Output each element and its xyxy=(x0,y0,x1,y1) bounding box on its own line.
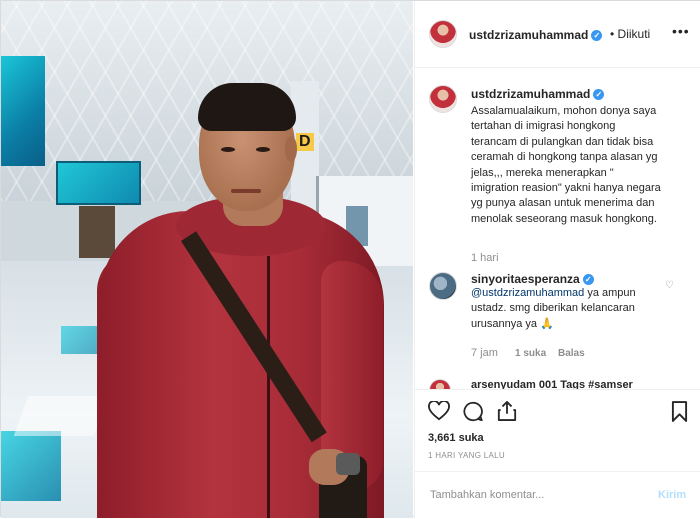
reply-button[interactable]: Balas xyxy=(558,348,585,359)
floor-reflection xyxy=(13,396,109,436)
caption-text: Assalamualaikum, mohon donya saya tertah… xyxy=(471,105,661,225)
username-text[interactable]: ustdzrizamuhammad xyxy=(471,87,590,101)
wristwatch xyxy=(336,453,360,475)
action-bar: 3,661 suka 1 HARI YANG LALU xyxy=(415,389,700,468)
avatar[interactable] xyxy=(429,272,457,300)
comment-time[interactable]: 7 jam xyxy=(471,347,498,359)
post-header: ustdzrizamuhammad ✓ • Diikuti ••• xyxy=(415,1,700,68)
more-options-icon[interactable]: ••• xyxy=(672,23,690,39)
post-side-panel: ustdzrizamuhammad ✓ • Diikuti ••• ustdzri… xyxy=(414,1,700,518)
display-screen xyxy=(1,56,45,166)
doorway xyxy=(79,206,115,258)
eye xyxy=(256,147,270,152)
comment-like-icon[interactable]: ♡ xyxy=(665,280,674,291)
add-comment-input[interactable] xyxy=(428,488,632,502)
comment-username[interactable]: sinyoritaesperanza ✓ xyxy=(471,272,594,286)
mouth xyxy=(231,189,261,193)
post-time[interactable]: 1 HARI YANG LALU xyxy=(428,451,505,460)
comment-likes[interactable]: 1 suka xyxy=(515,348,546,359)
caption-time[interactable]: 1 hari xyxy=(471,252,499,264)
comment-text: @ustdzrizamuhammad ya ampun ustadz. smg … xyxy=(471,286,656,332)
avatar[interactable] xyxy=(429,379,451,389)
caption-username[interactable]: ustdzrizamuhammad ✓ xyxy=(471,87,605,101)
gate-sign: D xyxy=(296,133,314,151)
verified-badge-icon: ✓ xyxy=(591,30,603,42)
comment-icon[interactable] xyxy=(462,401,484,422)
eye xyxy=(221,147,235,152)
post-frame: D ustdzrizamuhammad ✓ • Diikuti ••• ustd… xyxy=(0,0,700,518)
display-screen xyxy=(56,161,141,205)
jacket-zipper xyxy=(267,256,270,518)
display-screen xyxy=(1,431,61,501)
username-text[interactable]: ustdzrizamuhammad xyxy=(469,28,588,42)
hair xyxy=(198,83,296,131)
verified-badge-icon: ✓ xyxy=(593,89,605,101)
ear xyxy=(285,136,297,162)
add-comment-section: Kirim xyxy=(415,471,700,519)
username-text[interactable]: sinyoritaesperanza xyxy=(471,272,580,286)
likes-count[interactable]: 3,661 suka xyxy=(428,432,484,444)
share-icon[interactable] xyxy=(497,400,517,422)
send-comment-button[interactable]: Kirim xyxy=(658,489,686,501)
bookmark-icon[interactable] xyxy=(671,401,688,422)
header-username[interactable]: ustdzrizamuhammad ✓ xyxy=(469,28,603,42)
post-photo[interactable]: D xyxy=(1,1,413,518)
avatar[interactable] xyxy=(429,20,457,48)
comment-mention[interactable]: @ustdzrizamuhammad xyxy=(471,287,584,299)
follow-status[interactable]: • Diikuti xyxy=(610,27,650,41)
verified-badge-icon: ✓ xyxy=(582,274,594,286)
partial-comment: arsenyudam 001 Tags #samser xyxy=(429,377,699,389)
heart-icon[interactable] xyxy=(428,401,450,421)
partial-comment-text: arsenyudam 001 Tags #samser xyxy=(471,379,633,389)
avatar[interactable] xyxy=(429,85,457,113)
follow-status-label[interactable]: Diikuti xyxy=(618,27,651,41)
